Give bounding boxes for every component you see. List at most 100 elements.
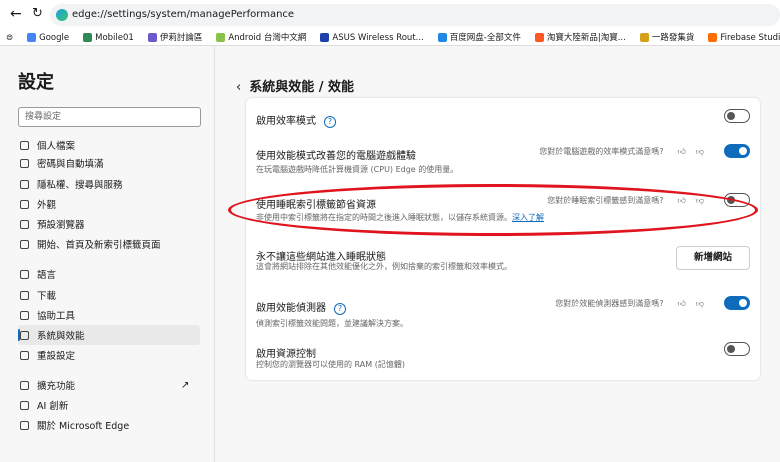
sidebar-item-label: 密碼與自動填滿: [37, 159, 104, 170]
resource-control-toggle[interactable]: [724, 342, 750, 356]
sidebar-item[interactable]: 隱私權、搜尋與服務: [18, 174, 200, 194]
bookmark-label: Firebase Studio: [720, 32, 780, 43]
sidebar-item-icon: [20, 350, 29, 360]
bookmark-favicon-icon: [534, 33, 544, 42]
sidebar-item[interactable]: 協助工具: [18, 305, 200, 325]
refresh-icon[interactable]: ↻: [32, 6, 43, 21]
bookmark-label: 百度网盘-全部文件: [449, 32, 521, 43]
detector-toggle[interactable]: [724, 296, 750, 310]
browser-toolbar: ← ↻ edge://settings/system/managePerform…: [0, 0, 780, 30]
sidebar-item[interactable]: 外觀: [18, 194, 200, 214]
bookmark-label: ASUS Wireless Rout...: [332, 32, 424, 43]
sidebar-item-icon: [20, 269, 29, 279]
bookmark-item[interactable]: ASUS Wireless Rout...: [320, 30, 424, 45]
thumbs-up-icon[interactable]: 👍︎: [678, 299, 686, 309]
gaming-toggle[interactable]: [724, 144, 750, 158]
add-site-button[interactable]: 新增網站: [676, 246, 750, 270]
efficiency-mode-label: 啟用效率模式?: [256, 112, 336, 128]
resource-label: 啟用資源控制: [256, 349, 316, 360]
bookmark-item[interactable]: Mobile01: [83, 30, 134, 45]
sidebar-item-label: 語言: [37, 270, 57, 281]
bookmark-item[interactable]: 一路發集貨: [639, 30, 695, 45]
bookmark-item[interactable]: 百度网盘-全部文件: [437, 30, 521, 45]
sidebar-item[interactable]: 語言: [18, 264, 200, 284]
gaming-label: 使用效能模式改善您的電腦遊戲體驗: [256, 151, 416, 162]
bookmark-item[interactable]: Google: [27, 30, 69, 45]
detector-label: 啟用效能偵測器?: [256, 299, 346, 315]
bookmark-label: Mobile01: [95, 32, 134, 43]
detector-feedback-text: 您對於效能偵測器感到滿意嗎?: [555, 299, 664, 308]
back-chevron-icon[interactable]: ‹: [236, 80, 241, 95]
sidebar-item-label: 協助工具: [37, 311, 76, 322]
sidebar-item-icon: [20, 310, 29, 320]
settings-title: 設定: [18, 72, 54, 93]
external-link-icon: ↗: [181, 380, 190, 391]
sidebar-item[interactable]: 密碼與自動填滿: [18, 153, 200, 173]
sidebar-item-icon: [20, 179, 29, 189]
sidebar-item-icon: [20, 400, 29, 410]
detector-label-text: 啟用效能偵測器: [256, 303, 326, 314]
collections-icon[interactable]: ⊜: [6, 30, 13, 45]
breadcrumb: ‹ 系統與效能 / 效能: [236, 76, 354, 95]
bookmarks-bar: ⊜ Google Mobile01 伊莉討論區 Android 台灣中文網 ASUS Wi…: [0, 30, 780, 46]
bookmark-label: 伊莉討論區: [159, 32, 203, 43]
sidebar-item-label: 重設設定: [37, 351, 76, 362]
bookmark-favicon-icon: [147, 33, 157, 42]
sidebar-item-label: 系統與效能: [37, 331, 85, 342]
red-highlight-annotation: [228, 184, 758, 236]
edge-icon: [56, 9, 68, 21]
gaming-feedback-text: 您對於電腦遊戲的效率模式滿意嗎?: [539, 147, 664, 156]
sidebar-item[interactable]: 關於 Microsoft Edge: [18, 415, 200, 435]
sidebar-item-icon: [20, 140, 29, 150]
sidebar-item-icon: [20, 380, 29, 390]
sidebar-item-icon: [20, 199, 29, 209]
gaming-desc: 在玩電腦遊戲時降低計算機資源 (CPU) Edge 的使用量。: [256, 165, 459, 174]
sidebar-item[interactable]: AI 創新: [18, 395, 200, 415]
sidebar-item-label: 隱私權、搜尋與服務: [37, 180, 123, 191]
sidebar-item-icon: [20, 290, 29, 300]
sidebar-item-label: 預設瀏覽器: [37, 220, 85, 231]
search-input[interactable]: 搜尋設定: [18, 107, 201, 127]
sidebar-item-label: 外觀: [37, 200, 57, 211]
sidebar: 設定 搜尋設定 個人檔案密碼與自動填滿隱私權、搜尋與服務 外觀預設瀏覽器開始、首頁…: [0, 46, 215, 462]
bookmark-favicon-icon: [320, 33, 330, 42]
bookmark-favicon-icon: [27, 33, 37, 42]
thumbs-down-icon[interactable]: 👎︎: [696, 147, 704, 157]
help-icon[interactable]: ?: [324, 116, 336, 128]
sidebar-item[interactable]: 預設瀏覽器: [18, 214, 200, 234]
bookmark-favicon-icon: [639, 33, 649, 42]
sidebar-item-icon: [20, 239, 29, 249]
bookmark-item[interactable]: 伊莉討論區: [147, 30, 203, 45]
bookmark-item[interactable]: 淘寶大陸新品|淘寶...: [534, 30, 626, 45]
efficiency-label-text: 啟用效率模式: [256, 116, 316, 127]
sidebar-item-icon: [20, 158, 29, 168]
bookmark-label: 淘寶大陸新品|淘寶...: [546, 32, 626, 43]
bookmark-label: 一路發集貨: [651, 32, 695, 43]
detector-desc: 偵測索引標籤效能問題，並建議解決方案。: [256, 319, 408, 328]
sidebar-item-label: 關於 Microsoft Edge: [37, 421, 130, 432]
bookmark-item[interactable]: Firebase Studio: [708, 30, 780, 45]
sidebar-item[interactable]: 擴充功能: [18, 375, 200, 395]
sidebar-item-label: AI 創新: [37, 401, 69, 412]
bookmark-label: Android 台灣中文網: [228, 32, 307, 43]
address-bar[interactable]: edge://settings/system/managePerformance: [50, 4, 780, 26]
thumbs-down-icon[interactable]: 👎︎: [696, 299, 704, 309]
page-title: 系統與效能 / 效能: [249, 80, 355, 95]
sidebar-item-label: 開始、首頁及新索引標籤頁面: [37, 240, 161, 251]
sidebar-item[interactable]: 重設設定: [18, 345, 200, 365]
sidebar-item-label: 個人檔案: [37, 141, 76, 152]
sidebar-item[interactable]: 開始、首頁及新索引標籤頁面: [18, 234, 200, 254]
sidebar-item[interactable]: 系統與效能: [18, 325, 200, 345]
sidebar-item[interactable]: 下載: [18, 285, 200, 305]
back-icon[interactable]: ←: [10, 6, 22, 22]
bookmark-label: Google: [39, 32, 70, 43]
sidebar-item-icon: [20, 219, 29, 229]
bookmark-favicon-icon: [83, 33, 93, 42]
efficiency-mode-toggle[interactable]: [724, 109, 750, 123]
help-icon[interactable]: ?: [334, 303, 346, 315]
performance-card: 啟用效率模式? 使用效能模式改善您的電腦遊戲體驗 在玩電腦遊戲時降低計算機資源 …: [246, 98, 760, 380]
bookmark-item[interactable]: Android 台灣中文網: [216, 30, 306, 45]
sidebar-item[interactable]: 個人檔案: [18, 135, 200, 155]
sidebar-item-icon: [20, 420, 29, 430]
thumbs-up-icon[interactable]: 👍︎: [678, 147, 686, 157]
